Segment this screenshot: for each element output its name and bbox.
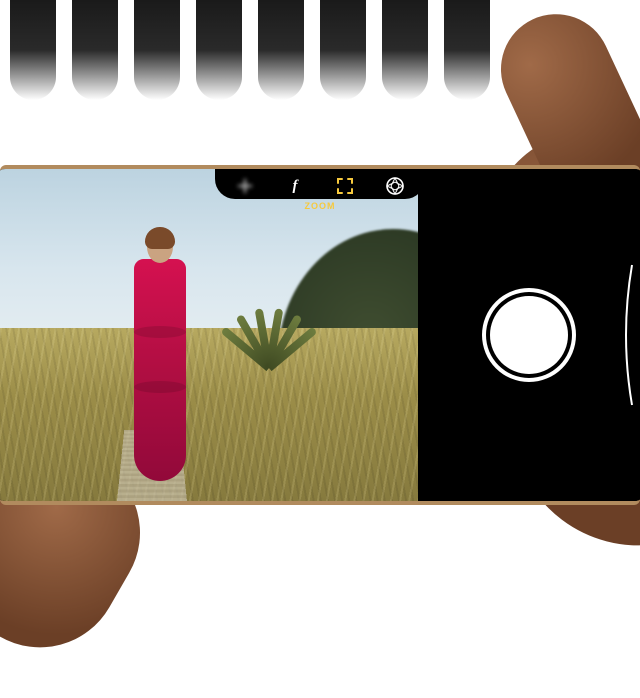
camera-app-screen: f ZOOM: [0, 169, 640, 501]
artifact-top-strips: [0, 0, 640, 100]
iphone-device: f ZOOM: [0, 165, 640, 505]
exposure-icon[interactable]: [234, 175, 256, 197]
camera-viewfinder[interactable]: [0, 169, 418, 501]
aperture-icon[interactable]: f: [284, 175, 306, 197]
scene-subject-woman: [125, 231, 195, 481]
scene-agave: [230, 308, 300, 368]
active-mode-label: ZOOM: [305, 201, 336, 211]
scene-grass: [0, 328, 418, 501]
filter-icon[interactable]: [384, 175, 406, 197]
camera-top-toolbar: f: [226, 175, 414, 197]
shutter-button[interactable]: [490, 296, 568, 374]
mode-wheel[interactable]: [618, 255, 634, 415]
camera-controls-panel: [418, 169, 640, 501]
zoom-frame-icon[interactable]: [334, 175, 356, 197]
